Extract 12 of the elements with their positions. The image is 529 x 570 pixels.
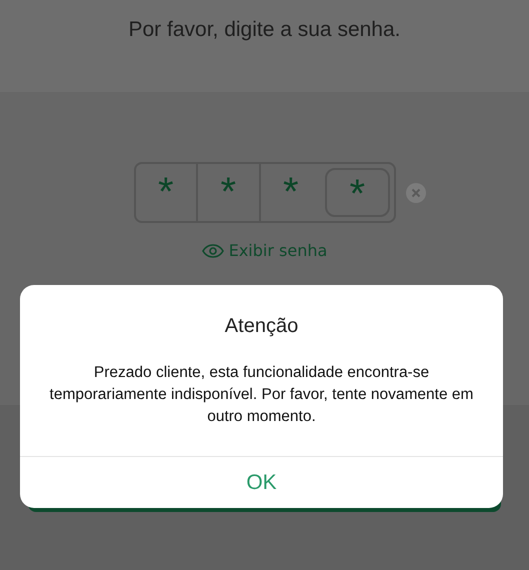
pin-field[interactable]: * * * * — [134, 162, 396, 223]
pin-digit: * — [258, 164, 321, 221]
screen-title: Por favor, digite a sua senha. — [128, 18, 400, 42]
pin-digit: * — [156, 169, 175, 216]
show-password-link[interactable]: Exibir senha — [202, 241, 328, 260]
ok-button[interactable]: OK — [20, 457, 503, 508]
dialog-message: Prezado cliente, esta funcionalidade encontra-se temporariamente indisponível. Por favor, tente novamente em outro momento. — [48, 363, 474, 427]
clear-icon[interactable] — [406, 182, 426, 202]
pin-digit: * — [196, 164, 258, 221]
dialog-title: Atenção — [224, 315, 298, 338]
eye-icon — [202, 244, 224, 258]
pin-digit: * — [325, 168, 390, 217]
